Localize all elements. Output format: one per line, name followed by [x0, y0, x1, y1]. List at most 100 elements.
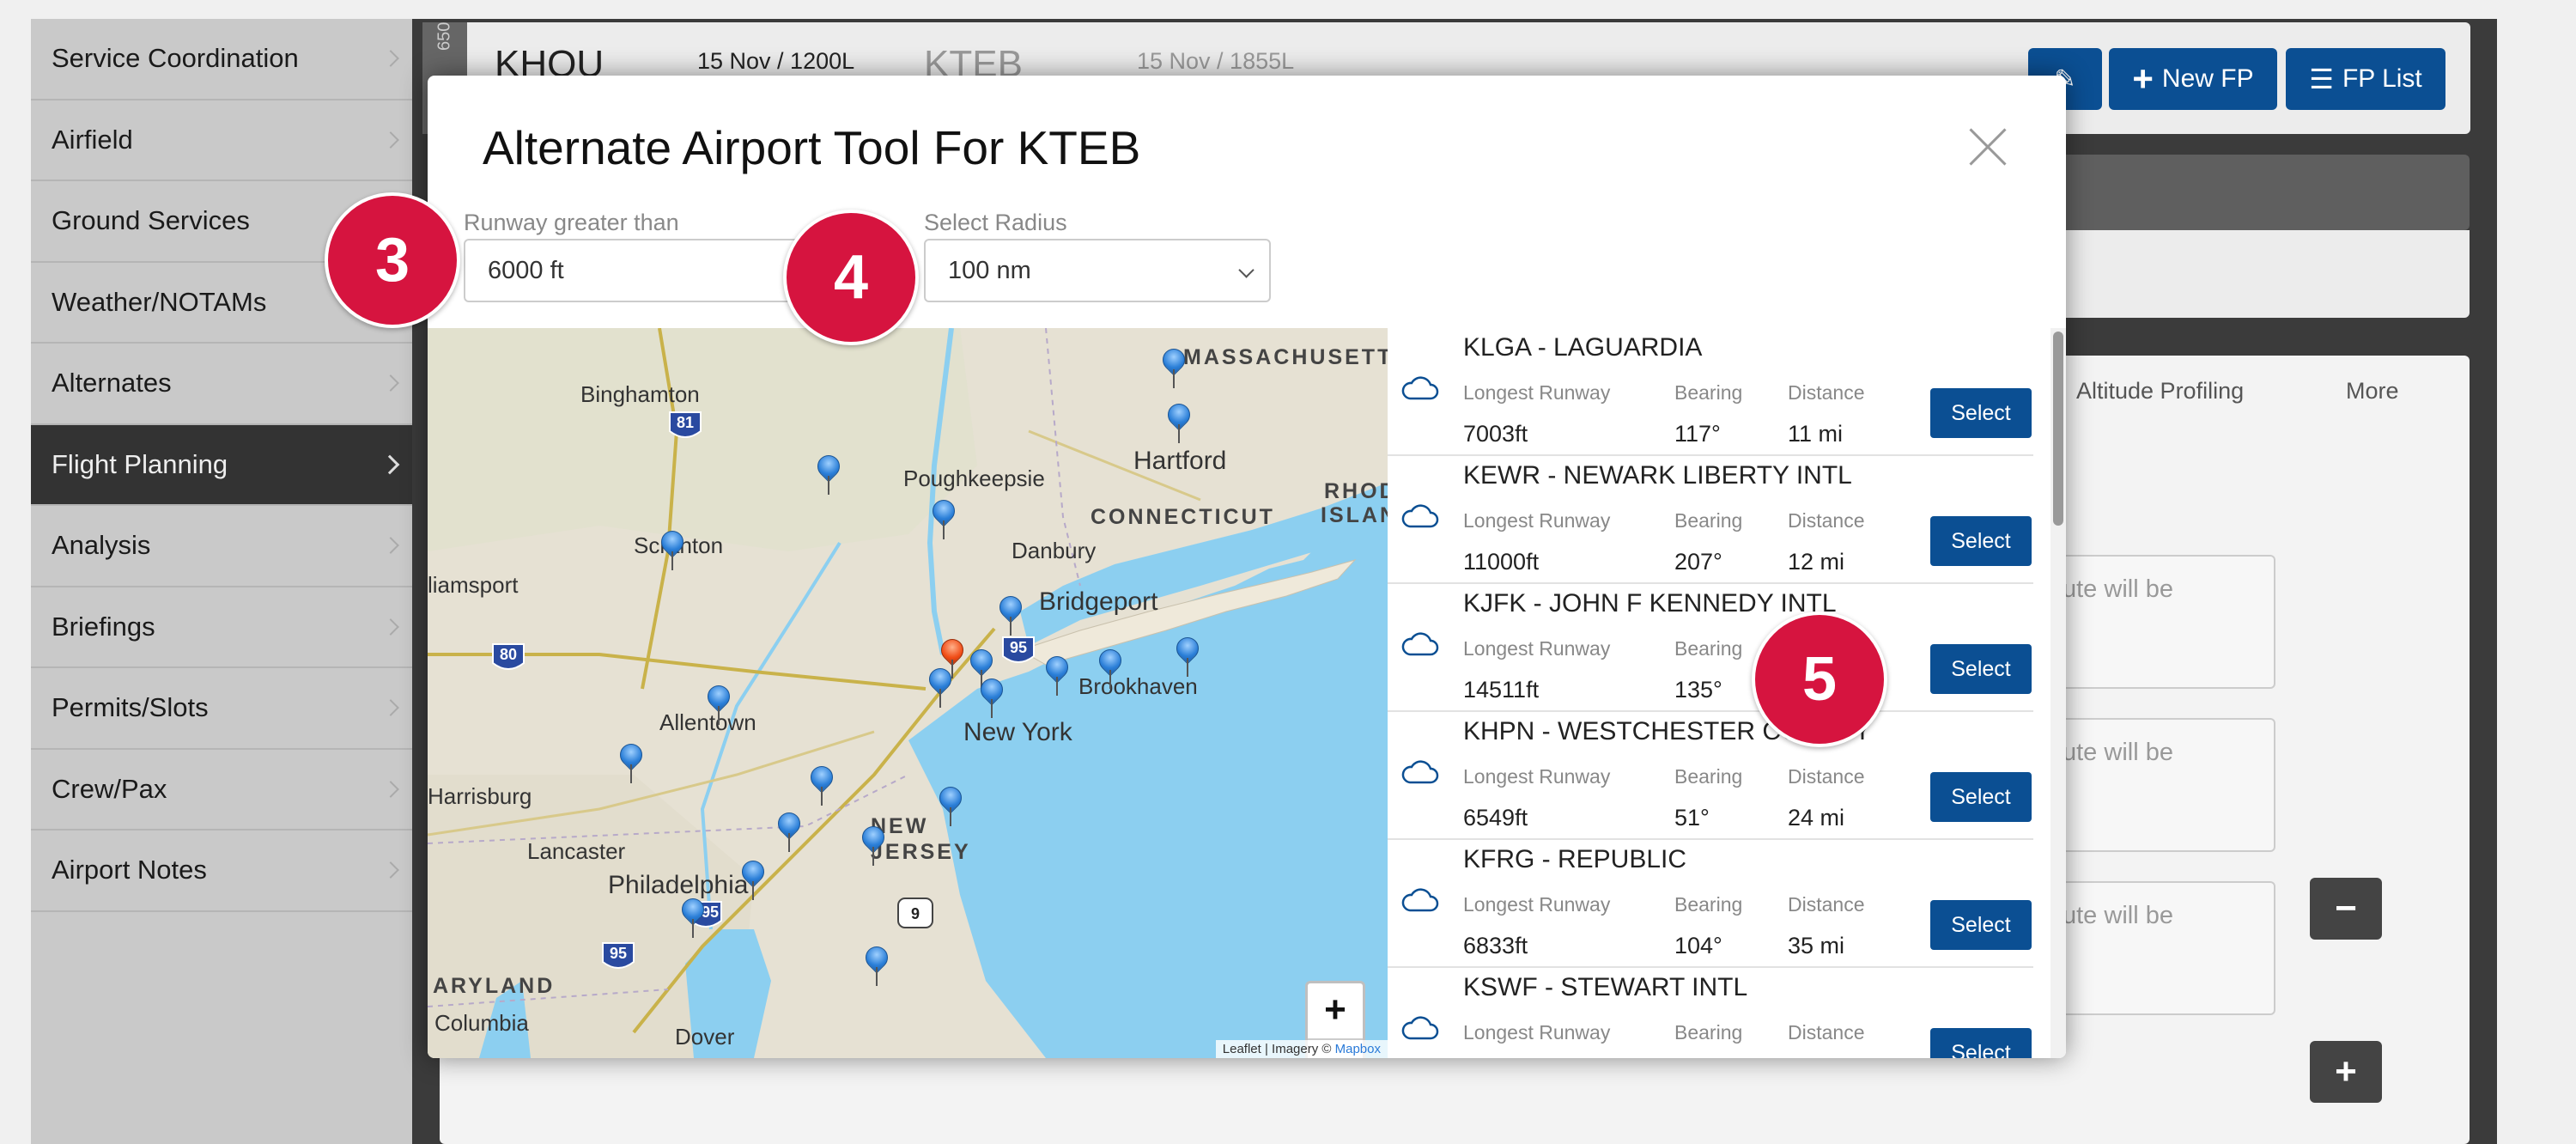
sidebar-item-flight-planning[interactable]: Flight Planning	[31, 424, 412, 506]
airport-marker-icon[interactable]	[656, 526, 689, 572]
sidebar-item-label: Analysis	[52, 530, 151, 561]
airport-marker-icon[interactable]	[773, 807, 805, 854]
cloud-icon	[1401, 376, 1439, 400]
airport-map[interactable]: MASSACHUSETT Binghamton Hartford Poughke…	[428, 328, 1388, 1058]
sidebar-item-airport-notes[interactable]: Airport Notes	[31, 831, 412, 912]
chevron-right-icon	[380, 454, 400, 475]
section-bar	[2001, 155, 2470, 230]
list-icon: ☰	[2309, 64, 2334, 94]
chevron-right-icon	[382, 50, 399, 68]
runway-input[interactable]: 6000 ft	[464, 239, 800, 302]
sidebar-item-analysis[interactable]: Analysis	[31, 506, 412, 587]
tab-altitude-profiling[interactable]: Altitude Profiling	[2076, 378, 2244, 405]
airport-name: KJFK - JOHN F KENNEDY INTL	[1463, 589, 1837, 618]
runway-value: 7003ft	[1463, 421, 1528, 447]
shield-label: 95	[610, 945, 627, 962]
airport-marker-icon[interactable]	[924, 663, 957, 709]
bearing-label: Bearing	[1674, 765, 1743, 788]
shield-label: 80	[500, 646, 517, 663]
distance-value: 24 mi	[1788, 805, 1845, 831]
fp-list-button[interactable]: ☰ FP List	[2286, 48, 2445, 110]
select-button[interactable]: Select	[1930, 1028, 2032, 1058]
sidebar-item-label: Crew/Pax	[52, 773, 167, 804]
runway-value: 14511ft	[1463, 677, 1540, 703]
airport-marker-icon[interactable]	[857, 821, 890, 867]
mapbox-link[interactable]: Mapbox	[1335, 1042, 1381, 1056]
airport-marker-icon[interactable]	[1041, 651, 1073, 697]
airport-row: KLGA - LAGUARDIA Longest Runway Bearing …	[1388, 328, 2033, 456]
radius-select[interactable]: 100 nm	[924, 239, 1271, 302]
sidebar-item-label: Airport Notes	[52, 855, 207, 885]
radius-value: 100 nm	[948, 256, 1031, 284]
airport-marker-icon[interactable]	[860, 941, 893, 988]
airport-marker-icon[interactable]	[1094, 644, 1127, 691]
bearing-label: Bearing	[1674, 637, 1743, 660]
airport-marker-icon[interactable]	[737, 855, 769, 902]
chevron-right-icon	[382, 618, 399, 636]
step-badge-3: 3	[325, 192, 460, 328]
sidebar-item-label: Ground Services	[52, 205, 250, 236]
sidebar-item-label: Alternates	[52, 368, 172, 399]
sidebar-item-label: Permits/Slots	[52, 692, 209, 723]
distance-label: Distance	[1788, 509, 1865, 532]
airport-marker-icon[interactable]	[994, 591, 1027, 637]
tab-more[interactable]: More	[2346, 378, 2399, 405]
new-fp-button[interactable]: + New FP	[2109, 48, 2277, 110]
sidebar-item-alternates[interactable]: Alternates	[31, 344, 412, 425]
airport-name: KEWR - NEWARK LIBERTY INTL	[1463, 461, 1852, 490]
chevron-right-icon	[382, 861, 399, 879]
runway-value: 6833ft	[1463, 933, 1528, 958]
airport-row: KEWR - NEWARK LIBERTY INTL Longest Runwa…	[1388, 456, 2033, 584]
sidebar-item-label: Briefings	[52, 611, 155, 642]
bearing-value: 51°	[1674, 805, 1710, 831]
chevron-right-icon	[382, 131, 399, 149]
airport-row: KSWF - STEWART INTL Longest Runway Beari…	[1388, 968, 2033, 1058]
chevron-right-icon	[382, 780, 399, 798]
airport-marker-icon[interactable]	[702, 680, 735, 727]
airport-marker-icon[interactable]	[812, 450, 845, 496]
radius-label: Select Radius	[924, 210, 1067, 235]
chevron-down-icon	[1238, 262, 1255, 278]
runway-label: Longest Runway	[1463, 1021, 1611, 1044]
shield-label: 95	[1010, 639, 1027, 656]
select-button[interactable]: Select	[1930, 388, 2032, 438]
airport-marker-icon[interactable]	[934, 782, 967, 828]
remove-button[interactable]: −	[2310, 878, 2382, 940]
sidebar-item-service-coordination[interactable]: Service Coordination	[31, 19, 412, 100]
close-icon[interactable]	[1968, 127, 2008, 167]
sidebar-item-crew-pax[interactable]: Crew/Pax	[31, 750, 412, 831]
sidebar-item-briefings[interactable]: Briefings	[31, 587, 412, 668]
bearing-label: Bearing	[1674, 1021, 1743, 1044]
bearing-value: 207°	[1674, 549, 1722, 575]
select-button[interactable]: Select	[1930, 900, 2032, 950]
alternate-airport-modal: Alternate Airport Tool For KTEB Runway g…	[428, 76, 2066, 1058]
select-button[interactable]: Select	[1930, 516, 2032, 566]
airport-marker-icon[interactable]	[677, 893, 709, 940]
sidebar-item-label: Flight Planning	[52, 448, 228, 479]
sidebar: Service Coordination Airfield Ground Ser…	[31, 19, 412, 1144]
airport-marker-icon[interactable]	[1157, 344, 1190, 390]
airport-list: KLGA - LAGUARDIA Longest Runway Bearing …	[1388, 328, 2066, 1058]
step-badge-5: 5	[1752, 612, 1887, 747]
list-scrollbar[interactable]	[2050, 328, 2066, 1058]
sidebar-item-airfield[interactable]: Airfield	[31, 100, 412, 181]
airport-name: KSWF - STEWART INTL	[1463, 973, 1748, 1001]
airport-marker-icon[interactable]	[1171, 632, 1204, 678]
sidebar-item-permits-slots[interactable]: Permits/Slots	[31, 668, 412, 750]
select-button[interactable]: Select	[1930, 772, 2032, 822]
airport-marker-icon[interactable]	[927, 495, 960, 541]
zoom-in-button[interactable]: +	[1308, 983, 1363, 1038]
map-attribution: Leaflet | Imagery © Mapbox	[1215, 1040, 1388, 1058]
airport-row: KHPN - WESTCHESTER COUNTY Longest Runway…	[1388, 712, 2033, 840]
airport-marker-icon[interactable]	[975, 673, 1008, 720]
chevron-right-icon	[382, 537, 399, 555]
add-button[interactable]: +	[2310, 1041, 2382, 1103]
airport-marker-icon[interactable]	[615, 739, 647, 785]
airport-row: KFRG - REPUBLIC Longest Runway Bearing D…	[1388, 840, 2033, 968]
scrollbar-thumb[interactable]	[2053, 332, 2063, 526]
bearing-value: 104°	[1674, 933, 1722, 958]
select-button[interactable]: Select	[1930, 644, 2032, 694]
airport-marker-icon[interactable]	[805, 761, 838, 807]
airport-marker-icon[interactable]	[1163, 399, 1195, 445]
distance-label: Distance	[1788, 765, 1865, 788]
